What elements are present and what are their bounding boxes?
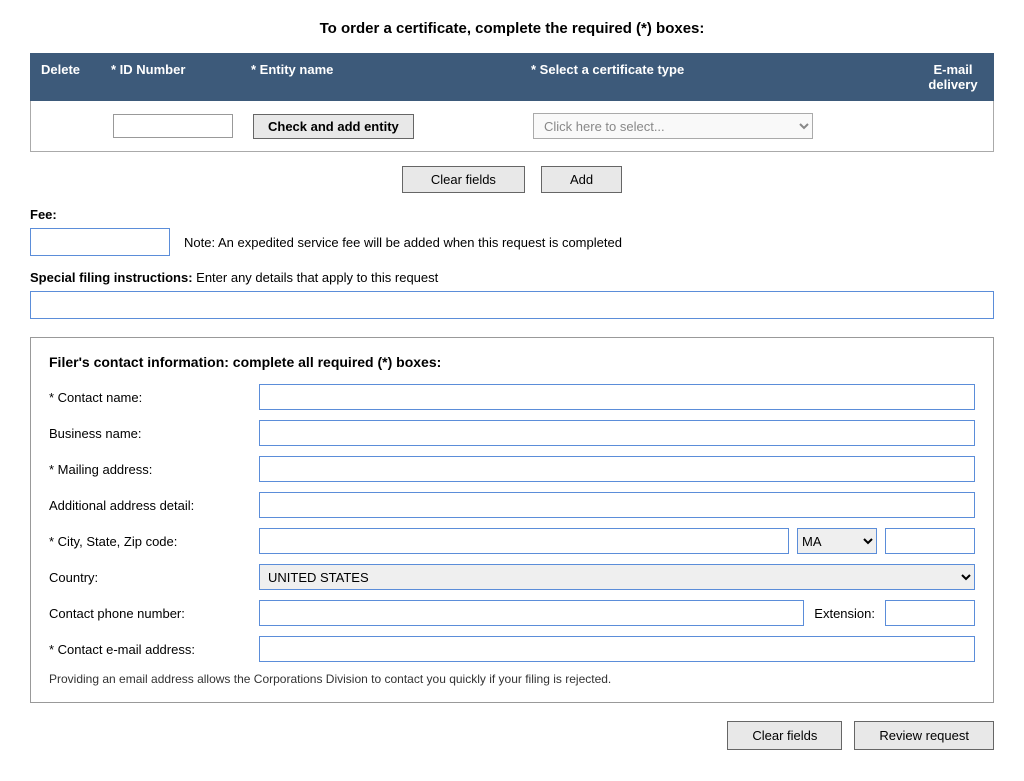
- city-state-zip-row: * City, State, Zip code: MA AL AK AZ CA …: [49, 528, 975, 554]
- email-input[interactable]: [259, 636, 975, 662]
- contact-name-label: * Contact name:: [49, 390, 259, 405]
- special-filing-input[interactable]: [30, 291, 994, 319]
- phone-row: Contact phone number: Extension:: [49, 600, 975, 626]
- state-select[interactable]: MA AL AK AZ CA NY: [797, 528, 877, 554]
- cert-cell: Click here to select...: [527, 109, 907, 143]
- special-filing-section: Special filing instructions: Enter any d…: [30, 270, 994, 319]
- additional-address-label: Additional address detail:: [49, 498, 259, 513]
- city-state-zip-label: * City, State, Zip code:: [49, 534, 259, 549]
- business-name-input[interactable]: [259, 420, 975, 446]
- email-delivery-cell: [907, 122, 987, 130]
- country-row: Country: UNITED STATES CANADA MEXICO: [49, 564, 975, 590]
- id-number-input[interactable]: [113, 114, 233, 138]
- fee-note: Note: An expedited service fee will be a…: [184, 235, 622, 250]
- country-select[interactable]: UNITED STATES CANADA MEXICO: [259, 564, 975, 590]
- email-row: * Contact e-mail address:: [49, 636, 975, 662]
- additional-address-row: Additional address detail:: [49, 492, 975, 518]
- fee-input[interactable]: [30, 228, 170, 256]
- clear-fields-top-button[interactable]: Clear fields: [402, 166, 525, 193]
- fee-row: Note: An expedited service fee will be a…: [30, 228, 994, 256]
- entity-cell: Check and add entity: [247, 110, 527, 143]
- delete-cell: [37, 122, 107, 130]
- table-row: Check and add entity Click here to selec…: [30, 101, 994, 152]
- mailing-address-label: * Mailing address:: [49, 462, 259, 477]
- business-name-row: Business name:: [49, 420, 975, 446]
- header-cert: * Select a certificate type: [521, 54, 913, 100]
- extension-input[interactable]: [885, 600, 975, 626]
- contact-section-title: Filer's contact information: complete al…: [49, 354, 975, 370]
- city-input[interactable]: [259, 528, 789, 554]
- fee-section: Fee: Note: An expedited service fee will…: [30, 207, 994, 256]
- fee-label: Fee:: [30, 207, 994, 222]
- special-filing-description: Enter any details that apply to this req…: [196, 270, 438, 285]
- phone-input[interactable]: [259, 600, 804, 626]
- country-label: Country:: [49, 570, 259, 585]
- header-entity: * Entity name: [241, 54, 521, 100]
- header-delete: Delete: [31, 54, 101, 100]
- extension-label: Extension:: [814, 606, 875, 621]
- id-cell: [107, 110, 247, 142]
- header-id: * ID Number: [101, 54, 241, 100]
- review-request-button[interactable]: Review request: [854, 721, 994, 750]
- add-button[interactable]: Add: [541, 166, 622, 193]
- contact-section: Filer's contact information: complete al…: [30, 337, 994, 703]
- phone-label: Contact phone number:: [49, 606, 259, 621]
- clear-fields-bottom-button[interactable]: Clear fields: [727, 721, 842, 750]
- additional-address-input[interactable]: [259, 492, 975, 518]
- contact-name-row: * Contact name:: [49, 384, 975, 410]
- zip-input[interactable]: [885, 528, 975, 554]
- email-label: * Contact e-mail address:: [49, 642, 259, 657]
- top-buttons-row: Clear fields Add: [30, 166, 994, 193]
- check-add-entity-button[interactable]: Check and add entity: [253, 114, 414, 139]
- email-note: Providing an email address allows the Co…: [49, 672, 975, 686]
- phone-ext-group: Extension:: [259, 600, 975, 626]
- mailing-address-input[interactable]: [259, 456, 975, 482]
- page-title: To order a certificate, complete the req…: [30, 20, 994, 37]
- contact-name-input[interactable]: [259, 384, 975, 410]
- table-header: Delete * ID Number * Entity name * Selec…: [30, 53, 994, 101]
- city-state-zip-group: MA AL AK AZ CA NY: [259, 528, 975, 554]
- bottom-buttons-row: Clear fields Review request: [30, 721, 994, 750]
- mailing-address-row: * Mailing address:: [49, 456, 975, 482]
- business-name-label: Business name:: [49, 426, 259, 441]
- header-email: E-mail delivery: [913, 54, 993, 100]
- certificate-type-select[interactable]: Click here to select...: [533, 113, 813, 139]
- special-filing-label: Special filing instructions:: [30, 270, 193, 285]
